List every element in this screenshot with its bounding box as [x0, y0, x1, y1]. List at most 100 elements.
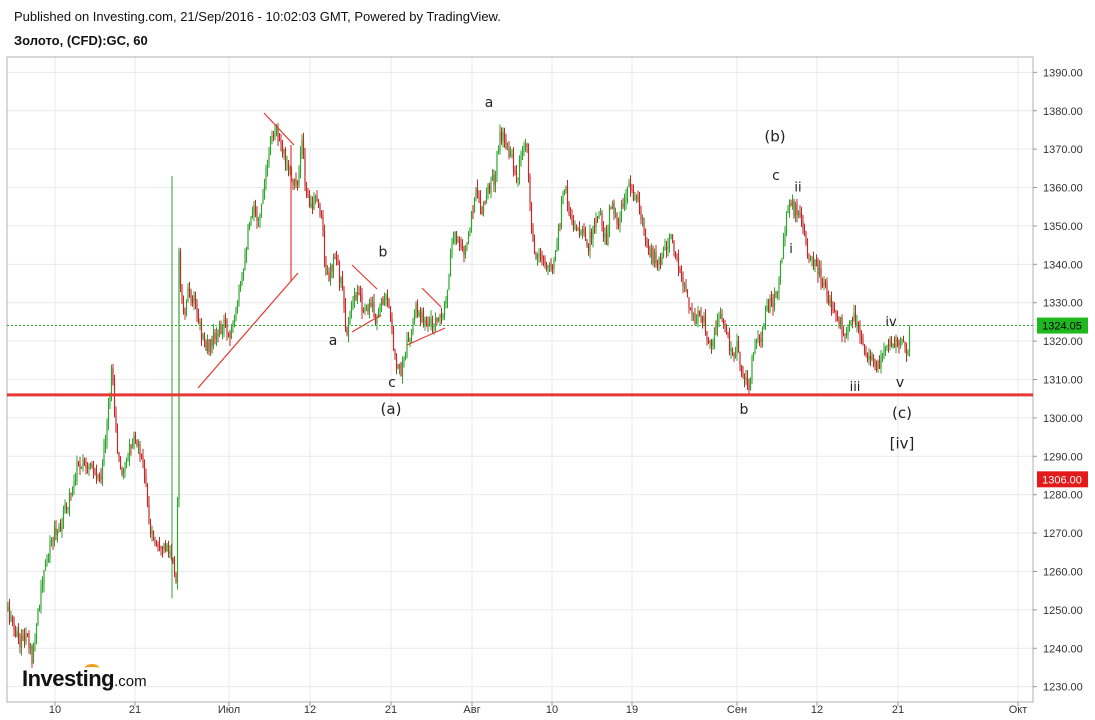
candle-body: [680, 272, 683, 277]
candle-body: [226, 321, 228, 333]
candle-body: [848, 322, 851, 330]
candle-body: [572, 222, 575, 229]
candle-body: [359, 293, 362, 295]
candle-body: [503, 132, 506, 140]
candle-body: [626, 186, 629, 197]
candle-body: [235, 308, 237, 318]
candle-body: [188, 288, 191, 291]
wave-label: v: [896, 375, 904, 391]
candle-body: [310, 203, 312, 208]
candle-body: [358, 292, 360, 294]
candle-body: [766, 305, 768, 310]
candle-body: [646, 240, 648, 244]
candle-body: [91, 464, 93, 467]
candle-body: [386, 295, 389, 301]
candle-body: [500, 131, 503, 142]
candle-body: [29, 646, 32, 648]
candle-body: [893, 343, 896, 348]
candle-body: [814, 259, 816, 267]
candle-body: [722, 318, 725, 325]
candle-body: [670, 234, 672, 239]
candle-body: [149, 523, 152, 534]
candle-body: [745, 378, 747, 380]
candle-body: [241, 277, 243, 285]
candle-body: [583, 229, 585, 234]
candle-body: [151, 531, 153, 534]
candle-body: [146, 483, 149, 505]
support-price-label: 1306.00: [1042, 474, 1082, 486]
candle-body: [121, 468, 123, 475]
candle-body: [884, 346, 887, 350]
candle-body: [341, 277, 344, 290]
candle-body: [299, 153, 302, 174]
candle-body: [209, 339, 212, 353]
candle-body: [203, 334, 206, 342]
candle-body: [133, 435, 135, 446]
candle-body: [712, 340, 714, 347]
candle-body: [10, 617, 12, 622]
candle-body: [425, 320, 428, 323]
candle-body: [284, 149, 287, 164]
candle-body: [463, 247, 465, 256]
candle-body: [494, 174, 497, 186]
candle-body: [881, 354, 884, 357]
candle-body: [701, 316, 704, 322]
candle-body: [811, 256, 813, 260]
candle-body: [239, 284, 242, 292]
candle-body: [446, 290, 449, 300]
candle-body: [59, 526, 62, 532]
candle-body: [19, 639, 21, 648]
candle-body: [614, 213, 617, 215]
candle-body: [505, 139, 507, 149]
candle-body: [139, 443, 141, 456]
candle-body: [140, 455, 143, 457]
candle-body: [871, 354, 873, 361]
candle-body: [116, 431, 119, 453]
candle-body: [713, 327, 716, 341]
candle-body: [908, 329, 911, 353]
candle-body: [22, 635, 24, 637]
price-chart[interactable]: 1324.051306.00 a(b)ciiibac(a) biviii v(c)[…: [0, 0, 1095, 720]
candle-body: [287, 162, 290, 170]
candle-body: [43, 570, 45, 584]
candle-body: [206, 339, 209, 351]
pattern-line: [351, 264, 378, 290]
candle-body: [887, 345, 890, 347]
candle-body: [596, 218, 599, 220]
candle-body: [311, 203, 314, 209]
candle-body: [460, 243, 462, 247]
candle-body: [602, 224, 605, 238]
candle-body: [35, 623, 38, 641]
candle-body: [509, 153, 512, 157]
candle-body: [145, 475, 147, 484]
candle-body: [628, 182, 630, 187]
candle-body: [707, 339, 710, 343]
candle-body: [401, 361, 404, 377]
candle-body: [874, 359, 876, 365]
candle-body: [584, 233, 587, 240]
x-tick-label: 10: [49, 704, 61, 716]
candle-body: [616, 213, 618, 224]
candle-body: [655, 252, 657, 264]
candle-body: [166, 545, 168, 551]
candle-body: [886, 345, 888, 347]
candle-body: [23, 636, 26, 643]
candle-body: [416, 303, 419, 316]
candle-body: [335, 257, 338, 259]
candle-body: [143, 462, 146, 476]
candle-body: [590, 231, 593, 240]
candle-body: [277, 128, 279, 139]
candle-body: [323, 230, 326, 263]
candle-body: [788, 203, 791, 210]
candle-body: [866, 354, 869, 360]
candle-body: [77, 462, 80, 464]
candle-body: [542, 258, 545, 261]
candle-body: [47, 557, 50, 563]
candle-body: [719, 314, 722, 318]
candle-body: [697, 310, 699, 323]
candle-body: [278, 138, 281, 142]
candle-body: [128, 445, 131, 460]
candle-body: [706, 332, 708, 340]
candle-body: [418, 312, 420, 316]
candle-body: [878, 360, 881, 369]
